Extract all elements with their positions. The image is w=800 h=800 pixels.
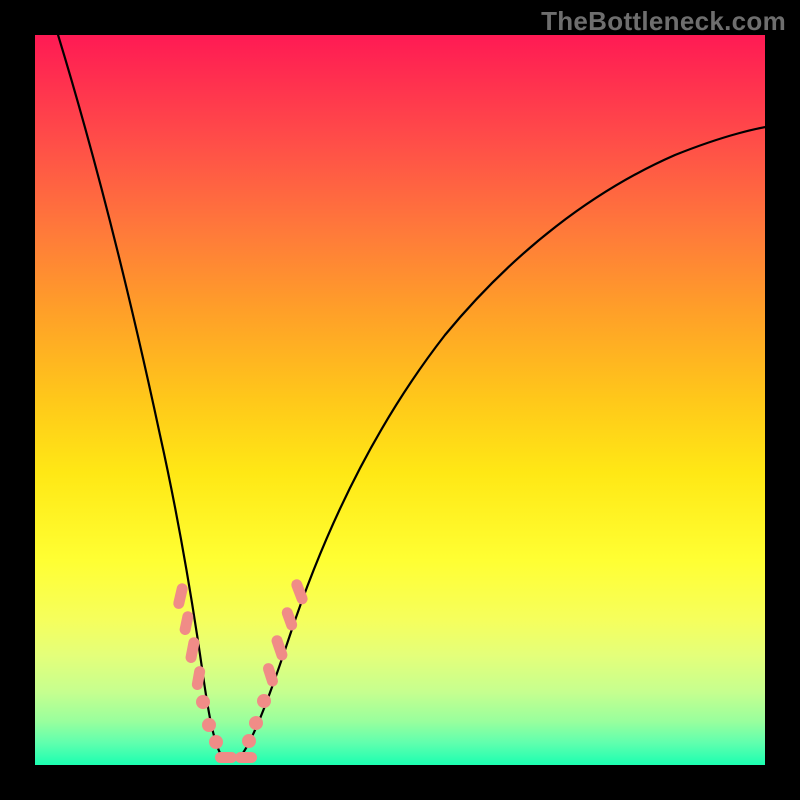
marker-group-right — [242, 578, 309, 748]
plot-area — [35, 35, 765, 765]
marker-pill — [172, 582, 189, 610]
marker-dot — [196, 695, 210, 709]
marker-group-left — [172, 582, 223, 749]
marker-group-trough — [215, 752, 257, 763]
marker-dot — [202, 718, 216, 732]
bottleneck-curve — [55, 35, 765, 761]
marker-dot — [249, 716, 263, 730]
watermark-text: TheBottleneck.com — [541, 6, 786, 37]
curve-layer — [35, 35, 765, 765]
marker-dot — [257, 694, 271, 708]
marker-dot — [242, 734, 256, 748]
marker-pill — [179, 610, 195, 636]
marker-dot — [209, 735, 223, 749]
marker-pill — [215, 752, 237, 763]
marker-pill — [235, 752, 257, 763]
marker-pill — [185, 636, 201, 664]
chart-frame: TheBottleneck.com — [0, 0, 800, 800]
